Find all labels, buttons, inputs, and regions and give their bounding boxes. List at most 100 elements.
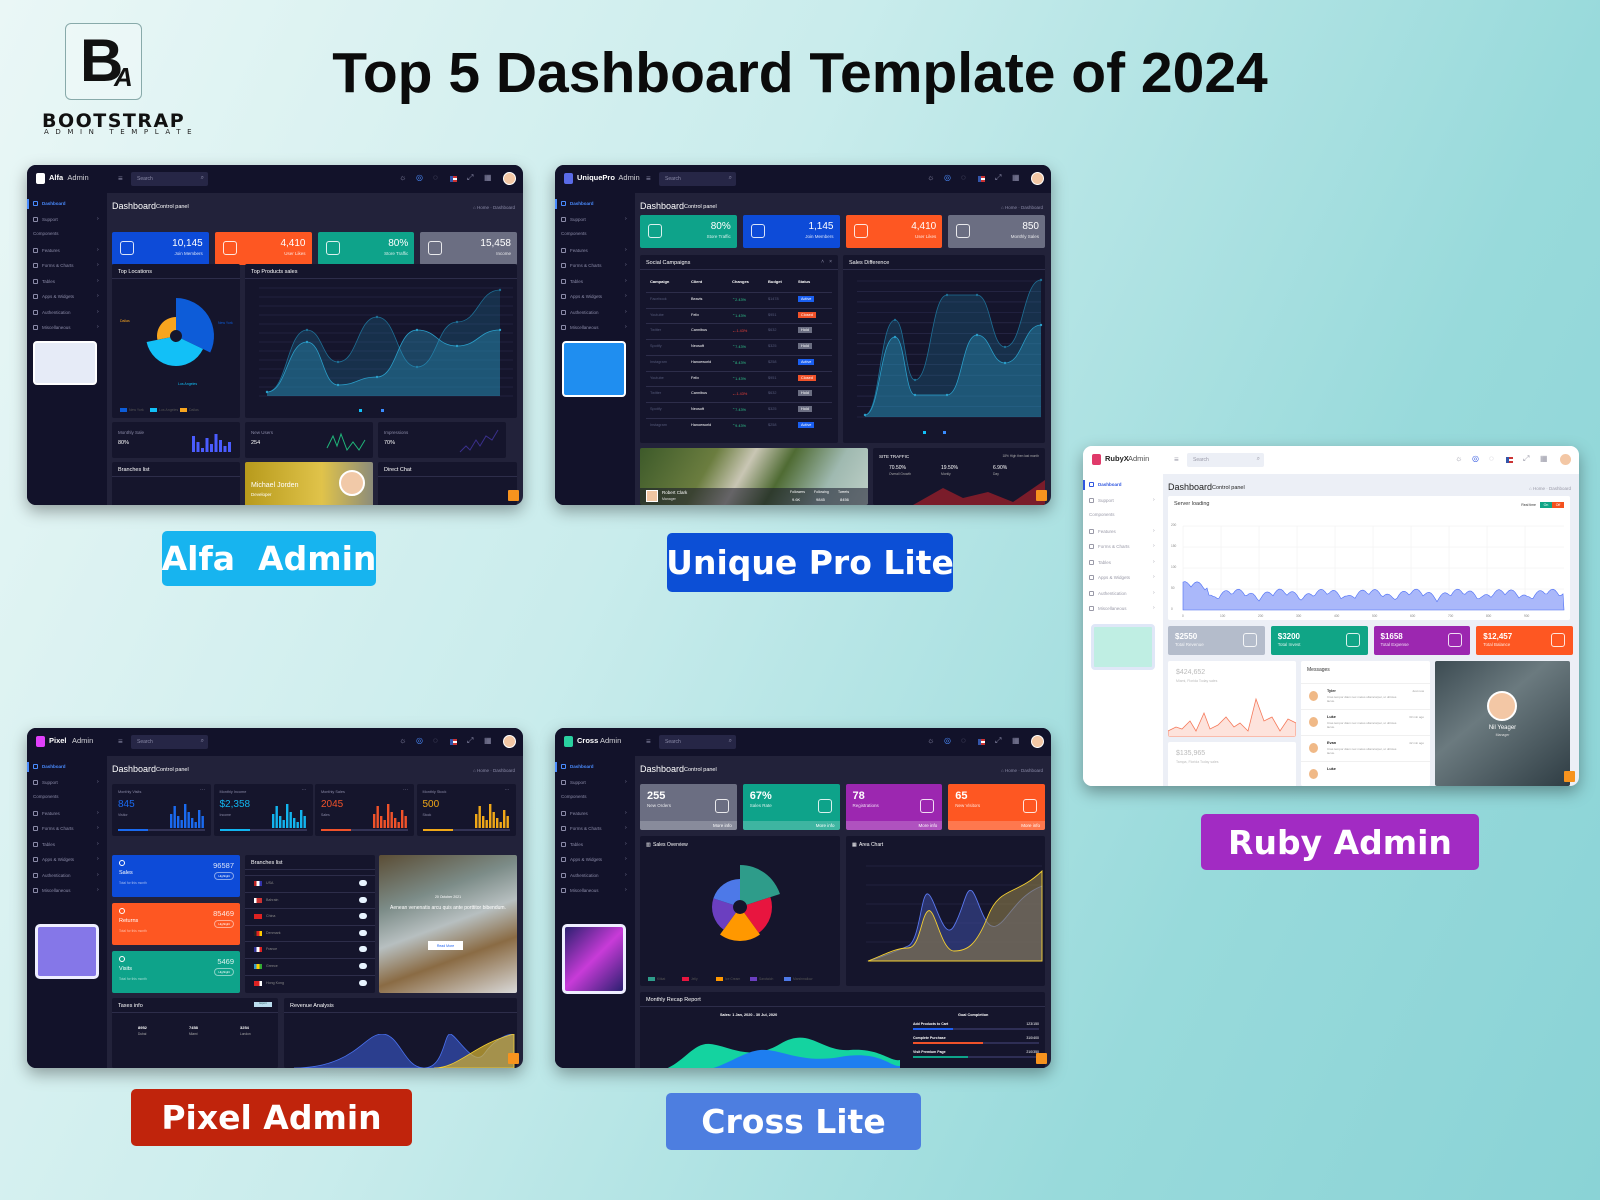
sidebar-item-miscellaneous[interactable]: Miscellaneous ›: [27, 323, 107, 333]
more-info-link[interactable]: More info: [948, 821, 1045, 830]
user-avatar[interactable]: [1031, 735, 1044, 748]
theme-toggle-icon[interactable]: ☼: [399, 736, 406, 745]
sidebar-item-miscellaneous[interactable]: Miscellaneous ›: [27, 886, 107, 896]
message-item[interactable]: Luke: [1301, 761, 1430, 786]
ruby-admin-screenshot[interactable]: RubyX Admin ≡ Search ⌕ ☼ ◎ ◌ ⤢ ▦ Dashboard Support ›…: [1083, 446, 1579, 786]
chat-icon[interactable]: ◌: [1489, 454, 1494, 463]
flag-icon[interactable]: [450, 739, 457, 745]
sidebar-item-apps-widgets[interactable]: Apps & Widgets ›: [27, 292, 107, 302]
apps-grid-icon[interactable]: ▦: [1540, 454, 1548, 463]
summary-card[interactable]: Returns Total for this month 85469 Highligh…: [112, 903, 240, 945]
sidebar-item-authentication[interactable]: Authentication ›: [27, 871, 107, 881]
stat-card[interactable]: $3200 Total Invest: [1270, 626, 1368, 655]
summary-card[interactable]: Visits Total for this month 5469 Highlight: [112, 951, 240, 993]
search-input[interactable]: Search ⌕: [659, 172, 736, 186]
bell-icon[interactable]: ◎: [416, 736, 423, 745]
collapse-icon[interactable]: ˄: [821, 259, 824, 265]
sidebar-item-authentication[interactable]: Authentication ›: [555, 308, 635, 318]
chat-icon[interactable]: ◌: [433, 173, 438, 182]
realtime-off-button[interactable]: Off: [1552, 502, 1564, 508]
sidebar-item-tables[interactable]: Tables ›: [555, 840, 635, 850]
menu-toggle-icon[interactable]: ≡: [646, 174, 651, 183]
table-row[interactable]: Spotify Neosoft ⌃7.43% $325 Hold: [646, 339, 832, 354]
sidebar-item-apps-widgets[interactable]: Apps & Widgets ›: [27, 855, 107, 865]
settings-fab[interactable]: [1036, 1053, 1047, 1064]
more-icon[interactable]: ···: [302, 787, 307, 793]
settings-fab[interactable]: [1564, 771, 1575, 782]
theme-toggle-icon[interactable]: ☼: [399, 173, 406, 182]
stat-card[interactable]: 4,410 User Likes: [214, 232, 312, 265]
branch-row[interactable]: Bahrain: [245, 891, 375, 908]
fullscreen-icon[interactable]: ⤢: [467, 736, 473, 746]
stat-card[interactable]: 1,145 Join Members: [742, 215, 840, 248]
search-input[interactable]: Search ⌕: [131, 172, 208, 186]
sidebar-item-support[interactable]: Support ›: [27, 778, 107, 788]
apps-grid-icon[interactable]: ▦: [484, 736, 492, 745]
stat-card[interactable]: $1658 Total Expense: [1373, 626, 1471, 655]
stat-card[interactable]: 65 New Visitors More info: [948, 784, 1045, 830]
sidebar-item-miscellaneous[interactable]: Miscellaneous ›: [1083, 604, 1163, 614]
sidebar-item-features[interactable]: Features ›: [27, 809, 107, 819]
sidebar-item-authentication[interactable]: Authentication ›: [27, 308, 107, 318]
stat-card[interactable]: $12,457 Total Balance: [1476, 626, 1573, 655]
theme-toggle-icon[interactable]: ☼: [927, 736, 934, 745]
apps-grid-icon[interactable]: ▦: [484, 173, 492, 182]
search-input[interactable]: Search ⌕: [659, 735, 736, 749]
stat-card[interactable]: 67% Sales Rate More info: [742, 784, 840, 830]
cross-admin-screenshot[interactable]: Cross Admin ≡ Search ⌕ ☼ ◎ ◌ ⤢ ▦ Dashboard Support ›…: [555, 728, 1051, 1068]
menu-toggle-icon[interactable]: ≡: [1174, 455, 1179, 464]
branch-row[interactable]: China: [245, 908, 375, 924]
stat-card[interactable]: 78 Registrations More info: [845, 784, 943, 830]
sidebar-item-support[interactable]: Support ›: [555, 215, 635, 225]
table-row[interactable]: Instagram Hanoeworld ⌃9.43% $258 Active: [646, 417, 832, 433]
more-info-link[interactable]: More info: [845, 821, 943, 830]
unique-pro-lite-label[interactable]: Unique Pro Lite: [666, 533, 954, 592]
flag-icon[interactable]: [450, 176, 457, 182]
theme-toggle-icon[interactable]: ☼: [927, 173, 934, 182]
sidebar-item-apps-widgets[interactable]: Apps & Widgets ›: [555, 292, 635, 302]
stat-card[interactable]: 15,458 Income: [420, 232, 517, 265]
fullscreen-icon[interactable]: ⤢: [995, 173, 1001, 183]
sidebar-item-dashboard[interactable]: Dashboard: [27, 762, 107, 772]
message-item[interactable]: Evan 42 min ago Cras tempor diam nec metus…: [1301, 735, 1430, 761]
more-icon[interactable]: ···: [200, 787, 205, 793]
sidebar-item-forms-charts[interactable]: Forms & Charts ›: [555, 261, 635, 271]
bell-icon[interactable]: ◎: [944, 736, 951, 745]
table-row[interactable]: Twitter Cannibus ⌄-1.43% $632 Hold: [646, 323, 832, 338]
breadcrumb-home[interactable]: Home: [477, 768, 489, 773]
settings-fab[interactable]: [1036, 490, 1047, 501]
apps-grid-icon[interactable]: ▦: [1012, 736, 1020, 745]
stat-card[interactable]: 10,145 Join Members: [112, 232, 209, 265]
bell-icon[interactable]: ◎: [416, 173, 423, 182]
breadcrumb-home[interactable]: Home: [477, 205, 489, 210]
bell-icon[interactable]: ◎: [944, 173, 951, 182]
chat-icon[interactable]: ◌: [961, 173, 966, 182]
chat-icon[interactable]: ◌: [961, 736, 966, 745]
flag-icon[interactable]: [978, 176, 985, 182]
branch-row[interactable]: USA: [245, 875, 375, 891]
sidebar-item-miscellaneous[interactable]: Miscellaneous ›: [555, 323, 635, 333]
sidebar-item-dashboard[interactable]: Dashboard: [555, 762, 635, 772]
stat-card[interactable]: 4,410 User Likes: [845, 215, 943, 248]
branch-row[interactable]: Hong Kong: [245, 974, 375, 991]
table-row[interactable]: Youtube Felix ⌃1.43% $951 Closed: [646, 370, 832, 386]
sidebar-item-features[interactable]: Features ›: [555, 809, 635, 819]
user-avatar[interactable]: [503, 735, 516, 748]
ruby-admin-label[interactable]: Ruby Admin: [1201, 814, 1479, 870]
fullscreen-icon[interactable]: ⤢: [467, 173, 473, 183]
message-item[interactable]: Tyler Just now Cras tempor diam nec metus …: [1301, 683, 1430, 709]
menu-toggle-icon[interactable]: ≡: [118, 737, 123, 746]
stat-card[interactable]: 255 New Orders More info: [640, 784, 737, 830]
search-input[interactable]: Search ⌕: [131, 735, 208, 749]
menu-toggle-icon[interactable]: ≡: [118, 174, 123, 183]
sidebar-item-features[interactable]: Features ›: [555, 246, 635, 256]
user-avatar[interactable]: [503, 172, 516, 185]
read-more-button[interactable]: Read More: [428, 941, 463, 950]
cross-lite-label[interactable]: Cross Lite: [666, 1093, 921, 1150]
sidebar-item-miscellaneous[interactable]: Miscellaneous ›: [555, 886, 635, 896]
settings-fab[interactable]: [508, 490, 519, 501]
theme-toggle-icon[interactable]: ☼: [1455, 454, 1462, 463]
branch-row[interactable]: Denmark: [245, 924, 375, 941]
breadcrumb-home[interactable]: Home: [1533, 486, 1545, 491]
sidebar-item-forms-charts[interactable]: Forms & Charts ›: [27, 261, 107, 271]
